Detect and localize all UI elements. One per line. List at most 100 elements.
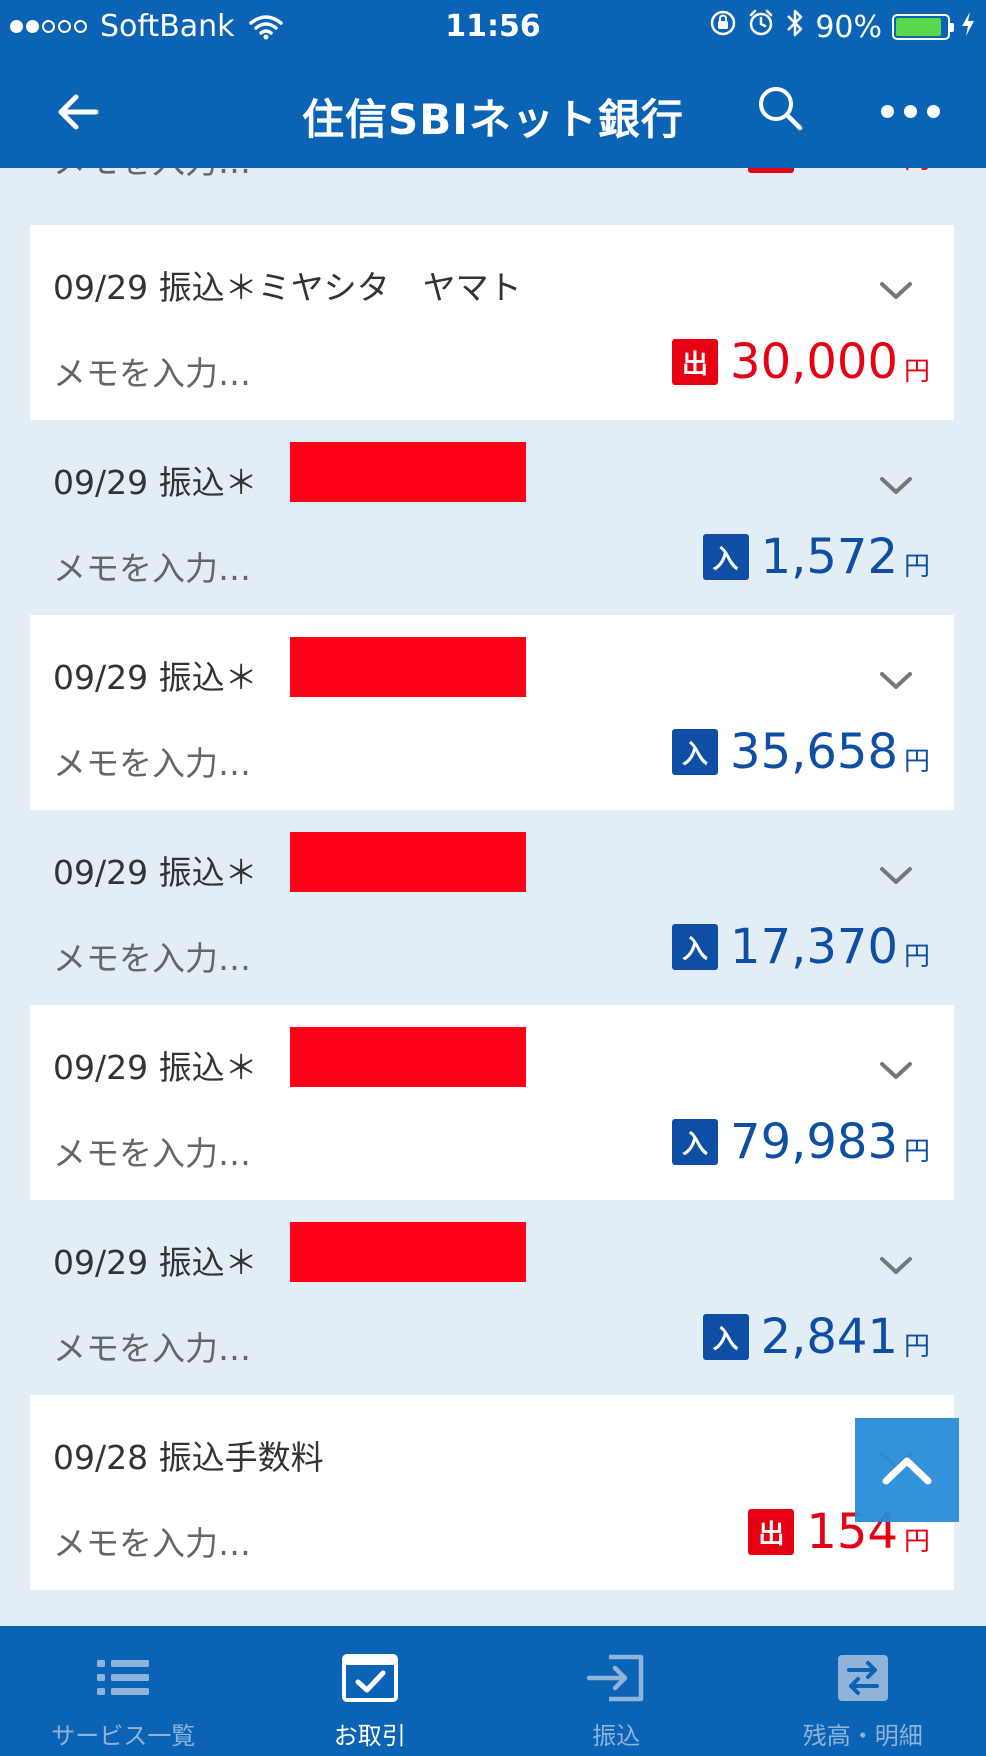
redaction-box [290,442,526,502]
transaction-description: 振込＊ミヤシタ ヤマト [158,268,522,307]
transaction-date: 09/29 [53,853,149,892]
memo-placeholder[interactable]: メモを入力… [53,347,251,395]
chevron-down-icon[interactable] [878,1254,914,1278]
transaction-title: 09/29 振込＊ [53,651,258,699]
memo-placeholder[interactable]: メモを入力… [53,168,251,183]
memo-placeholder[interactable]: メモを入力… [53,737,251,785]
memo-placeholder[interactable]: メモを入力… [53,1517,251,1565]
battery-percent: 90% [815,9,882,45]
amount-row: 出 30,000 円 [672,332,930,392]
transaction-date: 09/29 [53,658,149,697]
tab-label: 振込 [592,1722,641,1750]
transaction-description: 振込＊ [158,1048,258,1087]
currency-label: 円 [903,1136,930,1167]
redaction-box [290,637,526,697]
transaction-row[interactable]: 09/29 振込＊ メモを入力… 入 2,841 円 [30,1200,954,1395]
tab-balance[interactable]: 残高・明細 [740,1626,986,1756]
battery-icon [892,14,954,40]
tab-bar: サービス一覧 お取引 振込 残高・明細 [0,1626,986,1756]
deposit-badge: 入 [672,924,719,970]
amount-row: 入 35,658 円 [672,722,930,782]
transaction-row[interactable]: 09/29 振込＊ メモを入力… 入 1,572 円 [30,420,954,615]
transfer-in-icon [584,1650,648,1706]
charging-icon [960,10,976,45]
alarm-icon [747,9,775,45]
transaction-date: 09/29 [53,268,149,307]
transaction-title: 09/29 振込＊ [53,1236,258,1284]
redaction-box [290,832,526,892]
deposit-badge: 入 [702,534,749,580]
tab-transactions[interactable]: お取引 [247,1626,494,1756]
transaction-row[interactable]: 09/29 振込＊ メモを入力… 入 17,370 円 [30,810,954,1005]
transaction-list: メモを入力… 出 154 円 09/29 振込＊ミヤシタ ヤマト メモを入力… … [30,168,954,1626]
list-icon [91,1650,155,1706]
tab-services[interactable]: サービス一覧 [0,1626,247,1756]
transaction-date: 09/29 [53,1048,149,1087]
amount-row: 入 1,572 円 [702,527,930,587]
amount-row: 出 154 円 [748,168,930,180]
amount: 35,658 [730,724,898,780]
transaction-row-partial[interactable]: メモを入力… 出 154 円 [30,168,954,208]
transaction-title: 09/29 振込＊ミヤシタ ヤマト [53,261,522,309]
chevron-down-icon[interactable] [878,669,914,693]
transaction-row[interactable]: 09/29 振込＊ミヤシタ ヤマト メモを入力… 出 30,000 円 [30,225,954,420]
deposit-badge: 入 [702,1314,749,1360]
transaction-date: 09/28 [53,1438,149,1477]
amount: 154 [806,168,898,180]
transaction-description: 振込＊ [158,463,258,502]
chevron-down-icon[interactable] [878,474,914,498]
transaction-date: 09/29 [53,1243,149,1282]
currency-label: 円 [903,746,930,777]
tab-label: サービス一覧 [51,1722,196,1750]
transaction-description: 振込＊ [158,1243,258,1282]
calendar-check-icon [338,1650,402,1706]
redaction-box [290,1222,526,1282]
amount: 2,841 [760,1309,898,1365]
amount: 1,572 [760,529,898,585]
amount: 30,000 [730,334,898,390]
bluetooth-icon [785,8,805,46]
amount: 17,370 [730,919,898,975]
transaction-description: 振込＊ [158,853,258,892]
chevron-down-icon[interactable] [878,864,914,888]
transaction-row[interactable]: 09/29 振込＊ メモを入力… 入 79,983 円 [30,1005,954,1200]
status-right: 90% [709,8,976,46]
chevron-up-icon [882,1457,932,1485]
memo-placeholder[interactable]: メモを入力… [53,932,251,980]
transaction-title: 09/29 振込＊ [53,846,258,894]
currency-label: 円 [903,1331,930,1362]
amount: 79,983 [730,1114,898,1170]
transaction-row[interactable]: 09/28 振込手数料 メモを入力… 出 154 円 [30,1395,954,1590]
transaction-description: 振込＊ [158,658,258,697]
transaction-description: 振込手数料 [158,1438,324,1477]
orientation-lock-icon [709,9,737,45]
transaction-title: 09/29 振込＊ [53,456,258,504]
nav-bar: 住信SBIネット銀行 [0,56,986,168]
search-icon[interactable] [750,78,810,138]
withdrawal-badge: 出 [748,1509,795,1555]
scroll-to-top-button[interactable] [855,1418,959,1522]
chevron-down-icon[interactable] [878,1059,914,1083]
deposit-badge: 入 [672,729,719,775]
withdrawal-badge: 出 [748,168,795,173]
currency-label: 円 [903,551,930,582]
transaction-date: 09/29 [53,463,149,502]
redaction-box [290,1027,526,1087]
page-title: 住信SBIネット銀行 [302,95,684,144]
withdrawal-badge: 出 [672,339,719,385]
amount-row: 入 17,370 円 [672,917,930,977]
currency-label: 円 [903,1526,930,1557]
amount-row: 入 79,983 円 [672,1112,930,1172]
status-bar: SoftBank 11:56 90% [0,0,986,56]
memo-placeholder[interactable]: メモを入力… [53,542,251,590]
currency-label: 円 [904,168,930,176]
tab-transfer[interactable]: 振込 [493,1626,740,1756]
chevron-down-icon[interactable] [878,279,914,303]
transaction-title: 09/29 振込＊ [53,1041,258,1089]
transaction-row[interactable]: 09/29 振込＊ メモを入力… 入 35,658 円 [30,615,954,810]
memo-placeholder[interactable]: メモを入力… [53,1127,251,1175]
exchange-icon [831,1650,895,1706]
memo-placeholder[interactable]: メモを入力… [53,1322,251,1370]
tab-label: お取引 [333,1722,406,1750]
more-icon[interactable] [870,86,950,136]
